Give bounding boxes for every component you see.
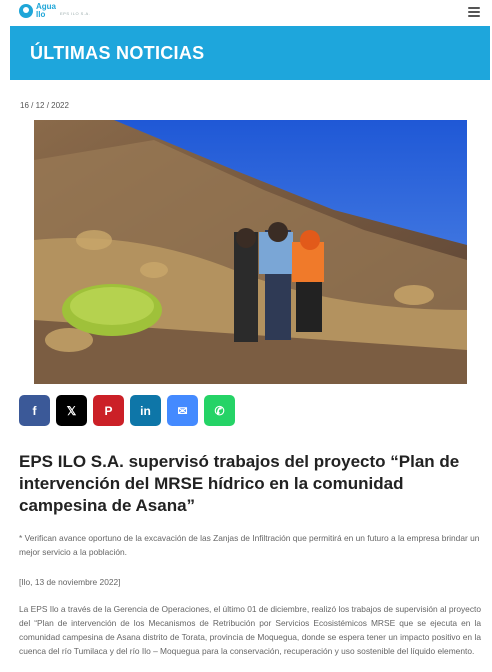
linkedin-share-button[interactable]: in (130, 395, 161, 426)
hamburger-icon[interactable] (468, 7, 480, 19)
x-share-button[interactable]: 𝕏 (56, 395, 87, 426)
messenger-icon: ✉ (177, 403, 188, 418)
section-title: ÚLTIMAS NOTICIAS (30, 43, 205, 63)
logo-text: Agua Ilo (36, 3, 56, 19)
section-banner: ÚLTIMAS NOTICIAS (10, 26, 490, 80)
article-lead: * Verifican avance oportuno de la excava… (19, 533, 480, 557)
article-dateline: [Ilo, 13 de noviembre 2022] (19, 577, 121, 587)
whatsapp-icon: ✆ (214, 403, 225, 418)
facebook-share-button[interactable]: f (19, 395, 50, 426)
logo-line2: Ilo (36, 10, 46, 19)
linkedin-icon: in (140, 403, 151, 418)
article-date: 16 / 12 / 2022 (20, 101, 69, 110)
top-bar: Agua Ilo EPS ILO S.A. (0, 0, 492, 26)
article-body: La EPS Ilo a través de la Gerencia de Op… (19, 604, 481, 656)
x-icon: 𝕏 (66, 403, 77, 418)
share-buttons: f 𝕏 P in ✉ ✆ (19, 395, 241, 426)
pinterest-icon: P (104, 403, 113, 418)
water-drop-icon (19, 4, 33, 18)
site-logo[interactable]: Agua Ilo EPS ILO S.A. (19, 3, 90, 19)
messenger-share-button[interactable]: ✉ (167, 395, 198, 426)
logo-subtitle: EPS ILO S.A. (60, 10, 91, 16)
article-photo (34, 120, 467, 384)
pinterest-share-button[interactable]: P (93, 395, 124, 426)
facebook-icon: f (32, 403, 37, 418)
article-headline: EPS ILO S.A. supervisó trabajos del proy… (19, 452, 460, 515)
whatsapp-share-button[interactable]: ✆ (204, 395, 235, 426)
